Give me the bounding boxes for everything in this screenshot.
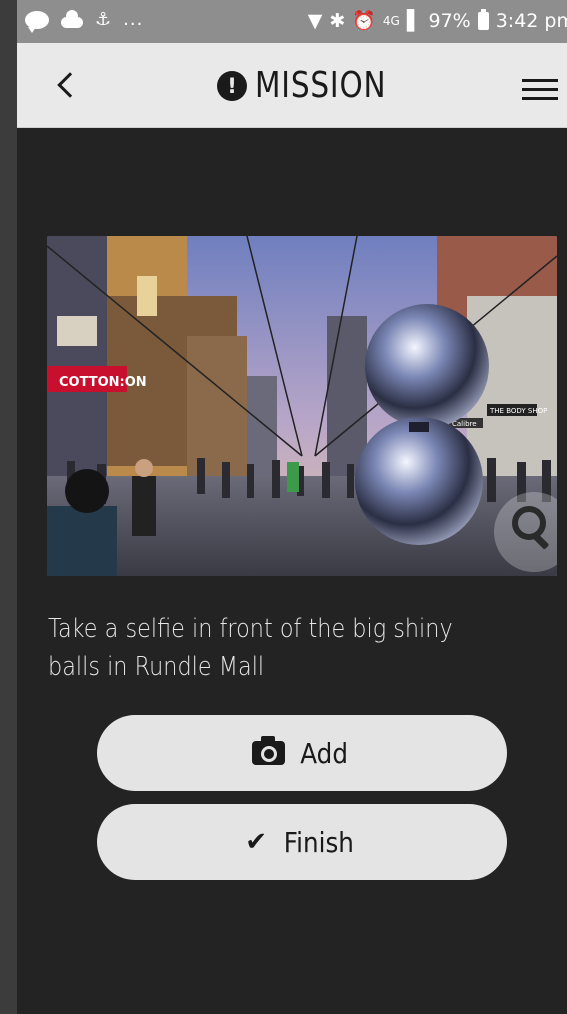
check-icon: ✔	[245, 827, 268, 857]
store-sign-cotton-on: COTTON:ON	[59, 375, 147, 390]
location-icon: ▼	[307, 9, 323, 32]
device-frame	[0, 0, 17, 1014]
network-type: 4G	[382, 13, 400, 28]
store-sign-calibre: Calibre	[452, 420, 477, 428]
finish-button-label: Finish	[283, 825, 354, 859]
page-title-group: ! MISSION	[217, 65, 415, 106]
mission-photo[interactable]: COTTON:ON THE BODY SHOP Calibre	[47, 236, 557, 576]
search-icon	[512, 506, 546, 540]
battery-icon	[477, 8, 489, 30]
mission-image: COTTON:ON THE BODY SHOP Calibre	[47, 236, 557, 576]
status-bar: ⚓ ... ▼ ✱ ⏰ 4G ▌ 97% 3:42 pm	[17, 0, 567, 43]
clock: 3:42 pm	[495, 9, 567, 32]
back-button[interactable]	[53, 67, 83, 103]
app-screen: ⚓ ... ▼ ✱ ⏰ 4G ▌ 97% 3:42 pm ! MISSION C…	[17, 0, 567, 1014]
add-button-label: Add	[300, 736, 349, 770]
mission-description: Take a selfie in front of the big shiny …	[48, 614, 453, 682]
app-header: ! MISSION	[17, 43, 567, 128]
bluetooth-icon: ✱	[329, 9, 346, 32]
exclamation-circle-icon: !	[217, 70, 247, 101]
page-title: MISSION	[255, 65, 387, 106]
hamburger-menu-icon	[522, 79, 558, 82]
menu-button[interactable]	[522, 79, 558, 103]
battery-percent: 97%	[428, 9, 471, 32]
camera-icon	[252, 736, 286, 765]
add-photo-button[interactable]: Add	[97, 715, 507, 791]
chat-notification-icon	[25, 10, 49, 33]
store-sign-body-shop: THE BODY SHOP	[489, 407, 547, 415]
cloud-icon	[61, 10, 83, 28]
finish-button[interactable]: ✔ Finish	[97, 804, 507, 880]
more-notifications: ...	[123, 9, 144, 30]
usb-icon: ⚓	[95, 9, 112, 30]
alarm-icon: ⏰	[352, 10, 376, 32]
signal-icon: ▌	[406, 9, 422, 32]
